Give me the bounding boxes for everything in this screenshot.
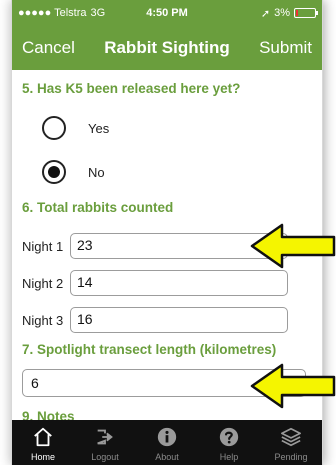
tab-logout[interactable]: Logout <box>75 426 135 462</box>
location-arrow-icon: ➚ <box>260 7 271 20</box>
page-title: Rabbit Sighting <box>104 38 230 57</box>
tab-help-label: Help <box>219 451 239 462</box>
home-icon <box>34 427 52 446</box>
radio-option-yes[interactable]: Yes <box>42 116 109 140</box>
submit-button[interactable]: Submit <box>259 38 312 58</box>
question-6-label: 6. Total rabbits counted <box>22 200 174 215</box>
question-7-label: 7. Spotlight transect length (kilometres… <box>22 342 277 357</box>
radio-yes[interactable] <box>42 116 66 140</box>
cancel-button[interactable]: Cancel <box>22 38 75 58</box>
night-3-input[interactable]: 16 <box>70 307 288 333</box>
annotation-arrow-1 <box>250 223 336 269</box>
night-1-row: Night 1 23 <box>22 233 288 259</box>
night-2-input[interactable]: 14 <box>70 270 288 296</box>
battery-icon <box>294 8 318 18</box>
question-9-label: 9. Notes <box>22 409 75 420</box>
tab-home-label: Home <box>30 451 55 462</box>
logout-icon <box>97 429 113 444</box>
tab-logout-label: Logout <box>91 451 119 462</box>
night-2-label: Night 2 <box>22 275 64 291</box>
tab-home[interactable]: Home <box>13 426 73 462</box>
night-3-row: Night 3 16 <box>22 307 288 333</box>
radio-no[interactable] <box>42 160 66 184</box>
tab-about[interactable]: About <box>137 426 197 462</box>
status-bar: ●●●●● Telstra 3G 4:50 PM ➚ 3% <box>12 0 322 26</box>
radio-option-no[interactable]: No <box>42 160 105 184</box>
tab-bar: Home Logout About Help Pending <box>12 420 322 465</box>
night-2-row: Night 2 14 <box>22 270 288 296</box>
tab-pending-label: Pending <box>274 451 308 462</box>
radio-selected-dot <box>48 166 60 178</box>
tab-pending[interactable]: Pending <box>261 426 321 462</box>
night-3-label: Night 3 <box>22 312 64 328</box>
question-5-label: 5. Has K5 been released here yet? <box>22 81 241 96</box>
signal-indicator: ●●●●● Telstra <box>18 7 87 19</box>
layers-icon <box>281 427 301 446</box>
info-icon <box>157 427 177 446</box>
night-1-label: Night 1 <box>22 238 64 254</box>
radio-no-label: No <box>88 164 105 180</box>
radio-yes-label: Yes <box>88 120 110 136</box>
battery-percent: 3% <box>274 7 290 19</box>
tab-about-label: About <box>155 451 179 462</box>
help-icon <box>219 427 239 446</box>
network-type: 3G <box>90 7 106 19</box>
tab-help[interactable]: Help <box>199 426 259 462</box>
annotation-arrow-2 <box>250 363 336 409</box>
nav-bar: Cancel Rabbit Sighting Submit <box>12 26 322 70</box>
